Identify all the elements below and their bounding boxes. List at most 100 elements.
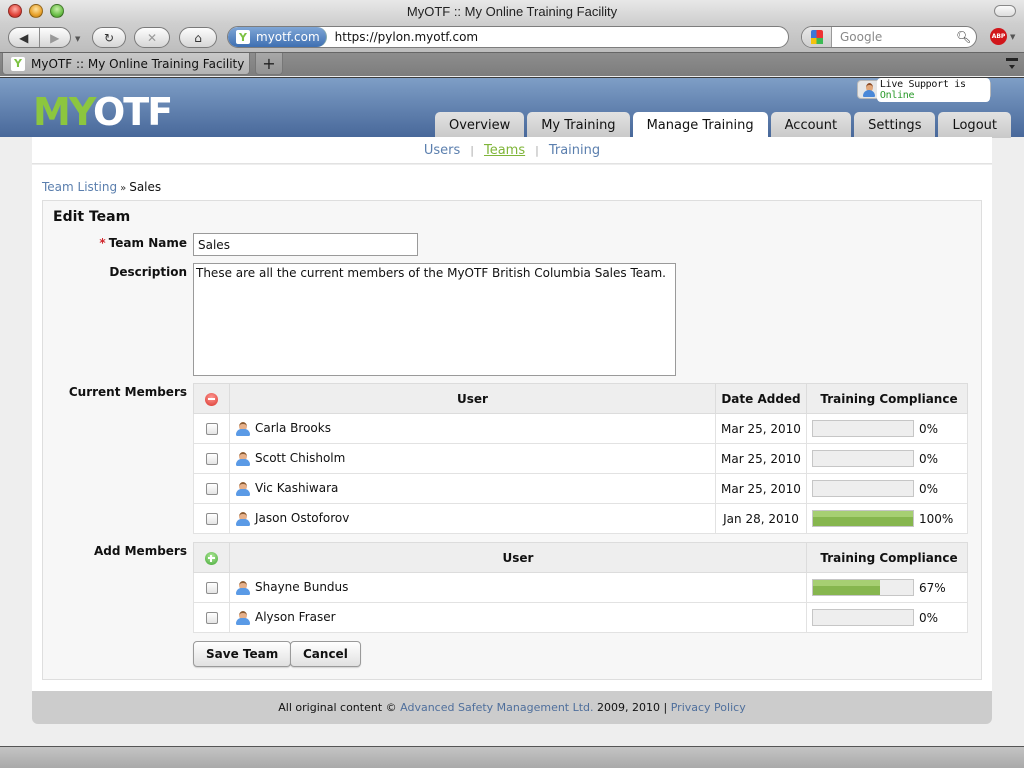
user-icon <box>236 451 250 466</box>
user-cell: Scott Chisholm <box>229 443 716 474</box>
footer-years-text: 2009, 2010 | <box>593 701 671 714</box>
forward-button[interactable]: ▶ <box>40 28 71 47</box>
add-selected-header <box>193 542 230 573</box>
date-added-cell: Jan 28, 2010 <box>715 503 807 534</box>
tab-overview[interactable]: Overview <box>435 112 525 138</box>
search-input[interactable]: Google <box>832 30 956 44</box>
tab-manage-training[interactable]: Manage Training <box>632 112 768 139</box>
table-row: Jason Ostoforov Jan 28, 2010 100% <box>193 503 968 534</box>
search-box[interactable]: Google 🔍︎ <box>801 26 977 48</box>
remove-icon[interactable] <box>205 392 218 406</box>
row-checkbox[interactable] <box>205 612 218 624</box>
row-checkbox[interactable] <box>205 483 218 495</box>
reload-button[interactable]: ↻ <box>92 27 126 48</box>
adblock-dropdown-icon[interactable]: ▼ <box>1010 33 1015 41</box>
compliance-percent: 0% <box>919 610 939 625</box>
row-checkbox-cell <box>193 473 230 504</box>
user-column-header: User <box>229 542 807 573</box>
browser-tab[interactable]: Y MyOTF :: My Online Training Facility <box>2 53 250 75</box>
row-checkbox-cell <box>193 413 230 444</box>
tab-list-icon[interactable] <box>1006 58 1018 70</box>
save-team-button[interactable]: Save Team <box>193 641 292 667</box>
table-row: Vic Kashiwara Mar 25, 2010 0% <box>193 473 968 504</box>
team-name-input[interactable] <box>193 233 418 256</box>
google-logo-icon <box>810 30 823 44</box>
site-header: MYOTF Live Support is Online Overview My… <box>0 77 1024 139</box>
user-cell: Vic Kashiwara <box>229 473 716 504</box>
support-agent-icon <box>862 82 875 97</box>
table-row: Carla Brooks Mar 25, 2010 0% <box>193 413 968 444</box>
adblock-plus-icon[interactable]: ABP <box>990 28 1007 45</box>
history-dropdown-icon[interactable]: ▼ <box>75 35 80 43</box>
browser-tab-title: MyOTF :: My Online Training Facility <box>31 56 245 71</box>
row-checkbox[interactable] <box>205 423 218 435</box>
search-engine-selector[interactable] <box>802 27 832 47</box>
zoom-window-button[interactable] <box>50 4 64 18</box>
window-title: MyOTF :: My Online Training Facility <box>406 4 618 19</box>
user-icon <box>236 580 250 595</box>
breadcrumb-team-listing[interactable]: Team Listing <box>42 180 117 194</box>
site-identity-label: myotf.com <box>256 30 320 44</box>
compliance-percent: 100% <box>919 511 954 526</box>
table-header-row: User Training Compliance <box>193 542 968 573</box>
compliance-column-header: Training Compliance <box>806 383 968 414</box>
compliance-percent: 0% <box>919 421 939 436</box>
compliance-percent: 0% <box>919 481 939 496</box>
logo-my-text: MY <box>33 90 95 134</box>
sub-navigation: Users | Teams | Training <box>32 137 992 164</box>
myotf-logo[interactable]: MYOTF <box>33 90 173 134</box>
tab-settings[interactable]: Settings <box>854 112 936 138</box>
user-name: Shayne Bundus <box>255 580 349 595</box>
privacy-policy-link[interactable]: Privacy Policy <box>671 701 746 714</box>
user-column-header: User <box>229 383 716 414</box>
row-checkbox-cell <box>193 572 230 603</box>
description-textarea[interactable]: These are all the current members of the… <box>193 263 676 376</box>
compliance-cell: 0% <box>806 413 968 444</box>
minimize-window-button[interactable] <box>29 4 43 18</box>
row-checkbox-cell <box>193 443 230 474</box>
tab-my-training[interactable]: My Training <box>527 112 630 138</box>
user-cell: Carla Brooks <box>229 413 716 444</box>
address-bar[interactable]: Y myotf.com https://pylon.myotf.com <box>227 26 789 48</box>
url-text[interactable]: https://pylon.myotf.com <box>327 30 478 44</box>
home-button[interactable]: ⌂ <box>179 27 217 48</box>
user-name: Alyson Fraser <box>255 610 336 625</box>
compliance-cell: 67% <box>806 572 968 603</box>
subnav-training[interactable]: Training <box>549 143 600 158</box>
close-window-button[interactable] <box>8 4 22 18</box>
row-checkbox[interactable] <box>205 453 218 465</box>
user-icon <box>236 511 250 526</box>
compliance-progress-bar <box>812 579 914 596</box>
subnav-users[interactable]: Users <box>424 143 460 158</box>
description-label: Description <box>109 265 187 279</box>
new-tab-button[interactable]: + <box>255 53 283 75</box>
user-icon <box>236 610 250 625</box>
live-support-status: Online <box>879 89 915 101</box>
live-support-bubble: Live Support is Online <box>876 77 990 102</box>
row-checkbox[interactable] <box>205 582 218 594</box>
team-name-label-text: Team Name <box>108 236 187 250</box>
subnav-teams[interactable]: Teams <box>484 143 525 158</box>
toolbar-toggle-button[interactable] <box>994 5 1016 17</box>
user-cell: Alyson Fraser <box>229 602 807 633</box>
company-link[interactable]: Advanced Safety Management Ltd. <box>400 701 593 714</box>
site-identity-button[interactable]: Y myotf.com <box>228 27 327 47</box>
team-name-label: * Team Name <box>47 236 187 250</box>
live-support-widget[interactable]: Live Support is Online <box>857 77 991 102</box>
back-button[interactable]: ◀ <box>9 28 40 47</box>
user-name: Vic Kashiwara <box>255 481 339 496</box>
cancel-button[interactable]: Cancel <box>290 641 361 667</box>
add-icon[interactable] <box>205 551 218 565</box>
tab-favicon-icon: Y <box>11 56 25 71</box>
tab-logout[interactable]: Logout <box>938 112 1011 138</box>
reload-icon: ↻ <box>103 30 115 45</box>
breadcrumb: Team Listing» Sales <box>42 180 161 194</box>
row-checkbox[interactable] <box>205 513 218 525</box>
tab-account[interactable]: Account <box>770 112 852 138</box>
panel-title: Edit Team <box>53 209 131 225</box>
search-magnifier-icon[interactable]: 🔍︎ <box>956 30 976 44</box>
stop-button[interactable]: ✕ <box>134 27 170 48</box>
date-added-cell: Mar 25, 2010 <box>715 473 807 504</box>
browser-tab-strip: Y MyOTF :: My Online Training Facility + <box>0 52 1024 76</box>
compliance-progress-fill <box>813 580 880 595</box>
